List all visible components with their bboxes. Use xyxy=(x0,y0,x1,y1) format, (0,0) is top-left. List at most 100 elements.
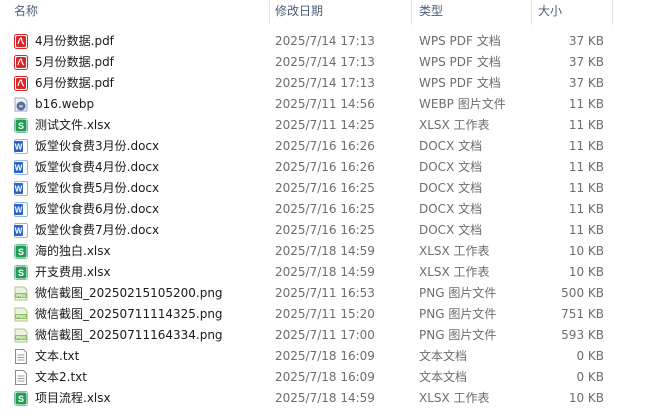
column-header-date[interactable]: 修改日期 xyxy=(272,0,410,25)
file-row[interactable]: S 测试文件.xlsx 2025/7/11 14:25 XLSX 工作表 11 KB xyxy=(0,115,654,136)
xlsx-file-icon: S xyxy=(14,118,28,133)
file-modified-date: 2025/7/11 14:25 xyxy=(275,118,375,132)
webp-file-icon: W xyxy=(14,97,28,112)
file-size: 0 KB xyxy=(576,370,604,384)
file-size: 11 KB xyxy=(568,223,604,237)
file-name[interactable]: 饭堂伙食费3月份.docx xyxy=(35,136,159,157)
file-name[interactable]: 微信截图_20250215105200.png xyxy=(35,283,223,304)
file-row[interactable]: 文本2.txt 2025/7/18 16:09 文本文档 0 KB xyxy=(0,367,654,388)
file-icon-cell xyxy=(14,52,30,73)
svg-text:W: W xyxy=(15,185,23,194)
file-name[interactable]: 项目流程.xlsx xyxy=(35,388,111,409)
file-modified-date: 2025/7/18 14:59 xyxy=(275,244,375,258)
file-type: DOCX 文档 xyxy=(419,202,483,216)
png-file-icon: PNG xyxy=(14,286,28,301)
column-divider[interactable] xyxy=(531,0,532,25)
file-row[interactable]: 5月份数据.pdf 2025/7/14 17:13 WPS PDF 文档 37 KB xyxy=(0,52,654,73)
file-icon-cell: PNG xyxy=(14,283,30,304)
file-modified-date: 2025/7/16 16:26 xyxy=(275,139,375,153)
file-size: 37 KB xyxy=(568,34,604,48)
file-name[interactable]: 微信截图_20250711114325.png xyxy=(35,304,223,325)
file-type: 文本文档 xyxy=(419,349,468,363)
file-row[interactable]: 6月份数据.pdf 2025/7/14 17:13 WPS PDF 文档 37 KB xyxy=(0,73,654,94)
file-row[interactable]: PNG 微信截图_20250711114325.png 2025/7/11 15:2… xyxy=(0,304,654,325)
file-icon-cell: W xyxy=(14,178,30,199)
file-name[interactable]: 海的独白.xlsx xyxy=(35,241,111,262)
file-size: 10 KB xyxy=(568,244,604,258)
file-row[interactable]: W 饭堂伙食费5月份.docx 2025/7/16 16:25 DOCX 文档 11 K… xyxy=(0,178,654,199)
file-row[interactable]: S 开支费用.xlsx 2025/7/18 14:59 XLSX 工作表 10 KB xyxy=(0,262,654,283)
file-row[interactable]: W 饭堂伙食费7月份.docx 2025/7/16 16:25 DOCX 文档 11 K… xyxy=(0,220,654,241)
file-name[interactable]: 5月份数据.pdf xyxy=(35,52,114,73)
file-modified-date: 2025/7/14 17:13 xyxy=(275,55,375,69)
docx-file-icon: W xyxy=(14,202,28,217)
file-icon-cell: S xyxy=(14,262,30,283)
file-row[interactable]: PNG 微信截图_20250711164334.png 2025/7/11 17:0… xyxy=(0,325,654,346)
column-header-name[interactable]: 名称 xyxy=(11,0,269,25)
file-row[interactable]: W 饭堂伙食费3月份.docx 2025/7/16 16:26 DOCX 文档 11 K… xyxy=(0,136,654,157)
file-type: WPS PDF 文档 xyxy=(419,55,501,69)
file-type: DOCX 文档 xyxy=(419,223,483,237)
file-type: XLSX 工作表 xyxy=(419,391,490,405)
file-row[interactable]: S 项目流程.xlsx 2025/7/18 14:59 XLSX 工作表 10 KB xyxy=(0,388,654,409)
file-row[interactable]: 4月份数据.pdf 2025/7/14 17:13 WPS PDF 文档 37 KB xyxy=(0,31,654,52)
file-icon-cell: W xyxy=(14,94,30,115)
txt-file-icon xyxy=(14,370,28,385)
column-divider[interactable] xyxy=(612,0,613,25)
file-size: 37 KB xyxy=(568,55,604,69)
file-row[interactable]: Wb16.webp 2025/7/11 14:56 WEBP 图片文件 11 KB xyxy=(0,94,654,115)
file-size: 11 KB xyxy=(568,139,604,153)
file-name[interactable]: 测试文件.xlsx xyxy=(35,115,111,136)
file-modified-date: 2025/7/16 16:25 xyxy=(275,202,375,216)
file-icon-cell xyxy=(14,73,30,94)
file-type: PNG 图片文件 xyxy=(419,328,497,342)
file-row[interactable]: 文本.txt 2025/7/18 16:09 文本文档 0 KB xyxy=(0,346,654,367)
file-size: 751 KB xyxy=(561,307,604,321)
file-type: DOCX 文档 xyxy=(419,181,483,195)
file-row[interactable]: W 饭堂伙食费4月份.docx 2025/7/16 16:26 DOCX 文档 11 K… xyxy=(0,157,654,178)
file-row[interactable]: W 饭堂伙食费6月份.docx 2025/7/16 16:25 DOCX 文档 11 K… xyxy=(0,199,654,220)
column-header-name-label: 名称 xyxy=(14,4,39,18)
column-header-date-label: 修改日期 xyxy=(275,4,324,18)
file-icon-cell xyxy=(14,367,30,388)
file-name[interactable]: 4月份数据.pdf xyxy=(35,31,114,52)
file-name[interactable]: 饭堂伙食费7月份.docx xyxy=(35,220,159,241)
svg-text:W: W xyxy=(15,164,23,173)
file-icon-cell: S xyxy=(14,241,30,262)
file-name[interactable]: 开支费用.xlsx xyxy=(35,262,111,283)
file-size: 11 KB xyxy=(568,202,604,216)
column-header-type-label: 类型 xyxy=(419,4,444,18)
file-name[interactable]: 饭堂伙食费6月份.docx xyxy=(35,199,159,220)
file-name[interactable]: 饭堂伙食费5月份.docx xyxy=(35,178,159,199)
file-modified-date: 2025/7/18 16:09 xyxy=(275,349,375,363)
column-divider[interactable] xyxy=(269,0,270,25)
file-icon-cell xyxy=(14,31,30,52)
file-row[interactable]: PNG 微信截图_20250215105200.png 2025/7/11 16:5… xyxy=(0,283,654,304)
file-size: 11 KB xyxy=(568,181,604,195)
column-header-type[interactable]: 类型 xyxy=(416,0,530,25)
file-modified-date: 2025/7/16 16:25 xyxy=(275,223,375,237)
file-name[interactable]: 文本2.txt xyxy=(35,367,87,388)
file-icon-cell: W xyxy=(14,157,30,178)
file-icon-cell: W xyxy=(14,199,30,220)
svg-text:S: S xyxy=(18,121,24,131)
file-name[interactable]: 文本.txt xyxy=(35,346,79,367)
txt-file-icon xyxy=(14,349,28,364)
png-file-icon: PNG xyxy=(14,307,28,322)
file-name[interactable]: b16.webp xyxy=(35,94,94,115)
file-type: 文本文档 xyxy=(419,370,468,384)
file-type: XLSX 工作表 xyxy=(419,118,490,132)
file-size: 11 KB xyxy=(568,97,604,111)
file-name[interactable]: 微信截图_20250711164334.png xyxy=(35,325,223,346)
file-type: WPS PDF 文档 xyxy=(419,76,501,90)
svg-text:W: W xyxy=(15,143,23,152)
column-header-size[interactable]: 大小 xyxy=(535,0,611,25)
column-divider[interactable] xyxy=(411,0,412,25)
file-name[interactable]: 6月份数据.pdf xyxy=(35,73,114,94)
file-size: 593 KB xyxy=(561,328,604,342)
file-row[interactable]: S 海的独白.xlsx 2025/7/18 14:59 XLSX 工作表 10 KB xyxy=(0,241,654,262)
file-name[interactable]: 饭堂伙食费4月份.docx xyxy=(35,157,159,178)
file-size: 10 KB xyxy=(568,265,604,279)
column-header-size-label: 大小 xyxy=(538,4,563,18)
file-modified-date: 2025/7/11 14:56 xyxy=(275,97,375,111)
